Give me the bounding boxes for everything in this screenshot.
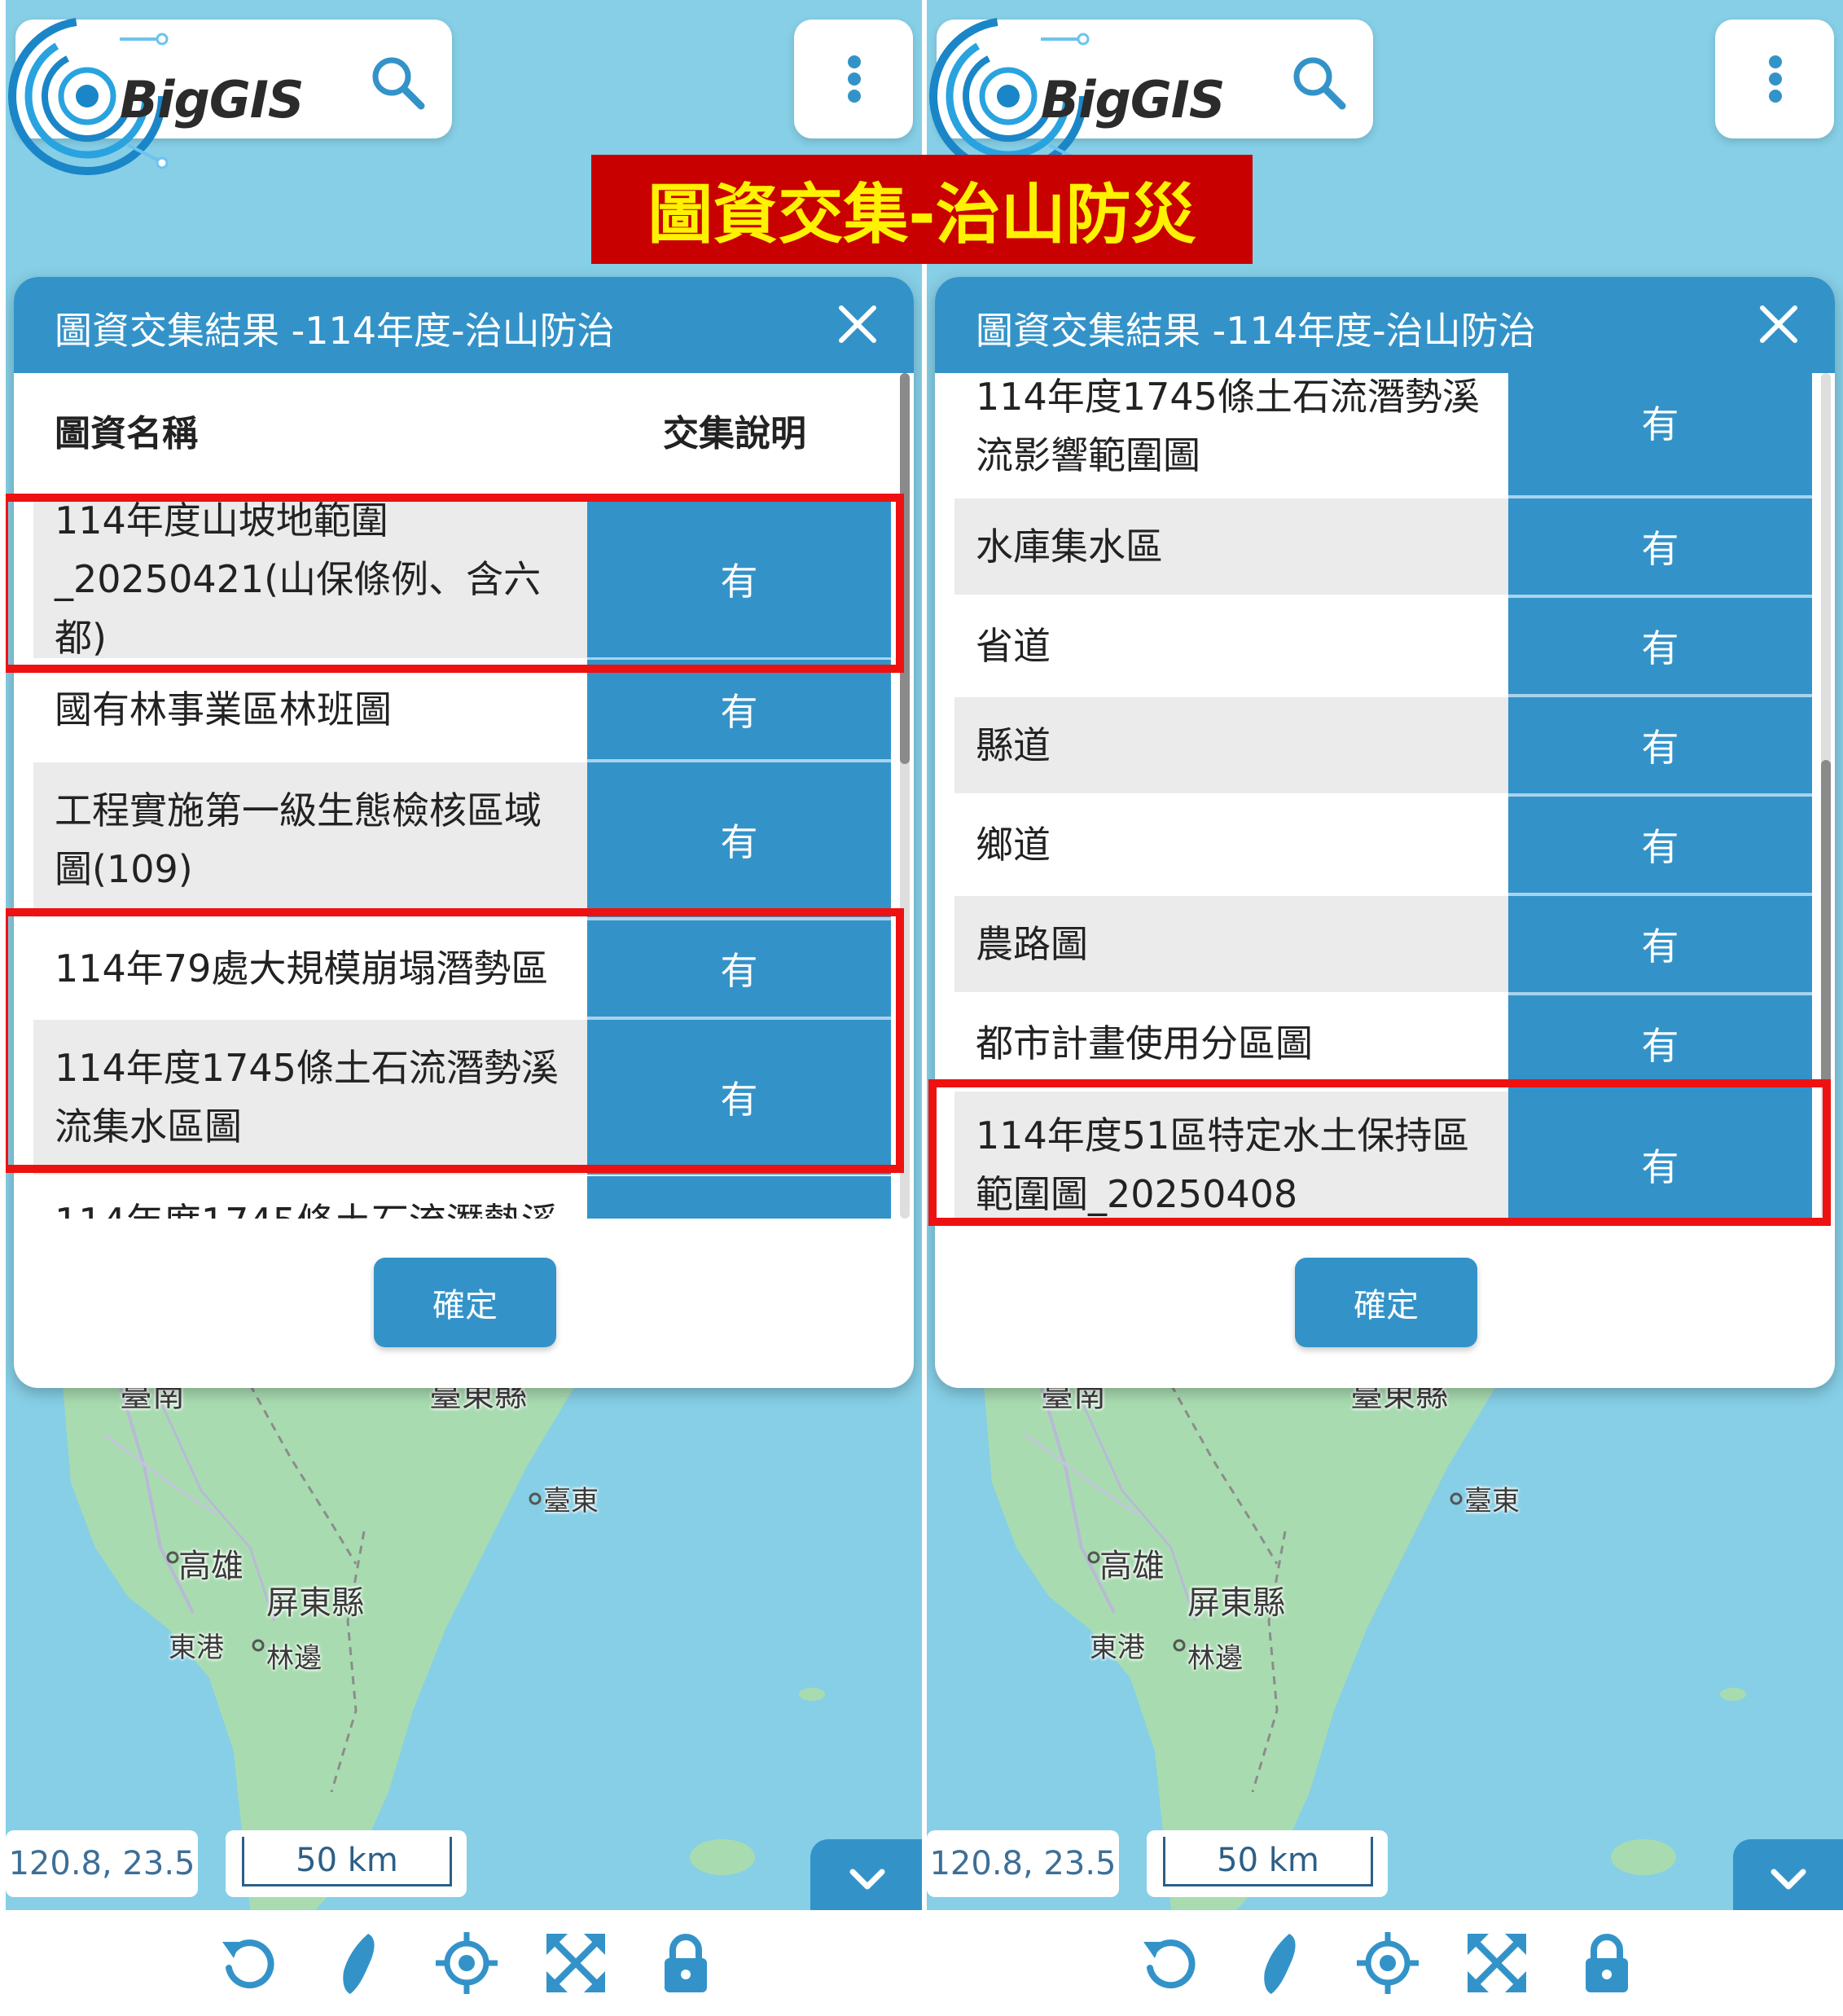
layer-name: 國有林事業區林班圖	[33, 660, 587, 759]
scale-indicator: 50 km	[1147, 1830, 1388, 1897]
table-row[interactable]: 114年度1745條土石流潛勢溪	[33, 1176, 891, 1219]
layer-name: 鄉道	[954, 797, 1508, 893]
intersection-status: 有	[1508, 373, 1812, 495]
close-icon[interactable]	[835, 301, 880, 347]
search-bar[interactable]: BigGIS	[929, 17, 1373, 175]
app-brand: BigGIS	[120, 70, 305, 130]
coordinate-readout: 120.8, 23.5	[6, 1830, 198, 1897]
chevron-down-icon	[1771, 1869, 1806, 1890]
intersection-status: 有	[587, 762, 891, 917]
search-icon[interactable]	[1287, 51, 1352, 116]
table-row[interactable]: 縣道 有	[954, 697, 1812, 793]
intersection-status	[587, 1176, 891, 1219]
dialog-header: 圖資交集結果 -114年度-治山防治	[935, 277, 1835, 373]
table-row[interactable]: 水庫集水區 有	[954, 499, 1812, 595]
table-row[interactable]: 鄉道 有	[954, 797, 1812, 893]
intersection-status: 有	[1508, 499, 1812, 595]
layer-name: 縣道	[954, 697, 1508, 793]
confirm-button[interactable]: 確定	[374, 1258, 556, 1347]
highlight-frame	[6, 494, 904, 673]
layer-name: 農路圖	[954, 896, 1508, 992]
collapse-toolbar-button[interactable]	[810, 1839, 922, 1913]
lock-icon[interactable]	[653, 1930, 718, 1996]
intersection-status: 有	[1508, 797, 1812, 893]
more-menu-button[interactable]	[794, 20, 913, 138]
highlight-frame	[6, 908, 904, 1173]
confirm-button[interactable]: 確定	[1295, 1258, 1477, 1347]
scale-bar-label: 50 km	[1163, 1837, 1373, 1886]
table-row[interactable]: 省道 有	[954, 598, 1812, 694]
layer-name: 水庫集水區	[954, 499, 1508, 595]
layer-name: 114年度1745條土石流潛勢溪	[33, 1176, 587, 1219]
title-banner: 圖資交集-治山防災	[591, 155, 1253, 264]
more-vertical-icon	[1769, 55, 1782, 68]
phone-screen-right: 臺南 臺東縣 臺東 高雄 屏東縣 東港 林邊 BigGIS 圖資交集結果 -11…	[927, 0, 1843, 2016]
rotate-reset-icon[interactable]	[216, 1930, 281, 1996]
intersection-status: 有	[1508, 697, 1812, 793]
app-brand: BigGIS	[1041, 70, 1226, 130]
locate-icon[interactable]	[434, 1930, 499, 1996]
scale-indicator: 50 km	[226, 1830, 467, 1897]
column-header-name: 圖資名稱	[55, 413, 198, 455]
map-label-linbian: 林邊	[1187, 1642, 1243, 1675]
dialog-title: 圖資交集結果 -114年度-治山防治	[976, 309, 1536, 353]
close-icon[interactable]	[1756, 301, 1801, 347]
table-row[interactable]: 農路圖 有	[954, 896, 1812, 992]
map-label-taitung: 臺東	[1464, 1485, 1520, 1517]
intersection-result-dialog: 圖資交集結果 -114年度-治山防治 圖資名稱 交集說明 114年度山坡地範圍_…	[14, 277, 914, 1388]
layer-name: 工程實施第一級生態檢核區域圖(109)	[33, 762, 587, 917]
intersection-status: 有	[587, 660, 891, 759]
dialog-header: 圖資交集結果 -114年度-治山防治	[14, 277, 914, 373]
table-row[interactable]: 都市計畫使用分區圖 有	[954, 995, 1812, 1091]
fullscreen-icon[interactable]	[543, 1930, 608, 1996]
layer-name: 都市計畫使用分區圖	[954, 995, 1508, 1091]
highlight-frame	[928, 1079, 1831, 1226]
chevron-down-icon	[849, 1869, 885, 1890]
table-row[interactable]: 工程實施第一級生態檢核區域圖(109) 有	[33, 762, 891, 917]
layer-name: 省道	[954, 598, 1508, 694]
taiwan-shape-icon[interactable]	[326, 1930, 391, 1996]
lock-icon[interactable]	[1574, 1930, 1639, 1996]
scale-bar-label: 50 km	[242, 1837, 452, 1886]
intersection-status: 有	[1508, 896, 1812, 992]
layer-name: 114年度1745條土石流潛勢溪流影響範圍圖	[954, 373, 1508, 495]
scrollbar-thumb[interactable]	[1821, 760, 1831, 1086]
search-bar[interactable]: BigGIS	[8, 17, 452, 175]
map-label-pingtung: 屏東縣	[266, 1584, 364, 1622]
map-label-taitung: 臺東	[543, 1485, 599, 1517]
more-menu-button[interactable]	[1715, 20, 1834, 138]
table-row[interactable]: 國有林事業區林班圖 有	[33, 660, 891, 759]
map-label-pingtung: 屏東縣	[1187, 1584, 1285, 1622]
fullscreen-icon[interactable]	[1464, 1930, 1529, 1996]
dialog-title: 圖資交集結果 -114年度-治山防治	[55, 309, 615, 353]
search-icon[interactable]	[366, 51, 431, 116]
map-label-donggang: 東港	[169, 1632, 224, 1664]
collapse-toolbar-button[interactable]	[1733, 1839, 1843, 1913]
map-label-linbian: 林邊	[266, 1642, 322, 1675]
table-row[interactable]: 114年度1745條土石流潛勢溪流影響範圍圖 有	[954, 373, 1812, 495]
intersection-status: 有	[1508, 598, 1812, 694]
taiwan-shape-icon[interactable]	[1247, 1930, 1312, 1996]
coordinate-readout: 120.8, 23.5	[927, 1830, 1119, 1897]
rotate-reset-icon[interactable]	[1137, 1930, 1202, 1996]
intersection-status: 有	[1508, 995, 1812, 1091]
map-label-kaohsiung: 高雄	[178, 1548, 244, 1585]
map-label-kaohsiung: 高雄	[1099, 1548, 1165, 1585]
more-vertical-icon	[848, 55, 861, 68]
column-header-status: 交集說明	[663, 413, 806, 455]
phone-screen-left: 臺南 臺東縣 臺東 高雄 屏東縣 東港 林邊 BigGIS 圖資交集結果 -11…	[6, 0, 922, 2016]
locate-icon[interactable]	[1355, 1930, 1420, 1996]
map-label-donggang: 東港	[1090, 1632, 1145, 1664]
